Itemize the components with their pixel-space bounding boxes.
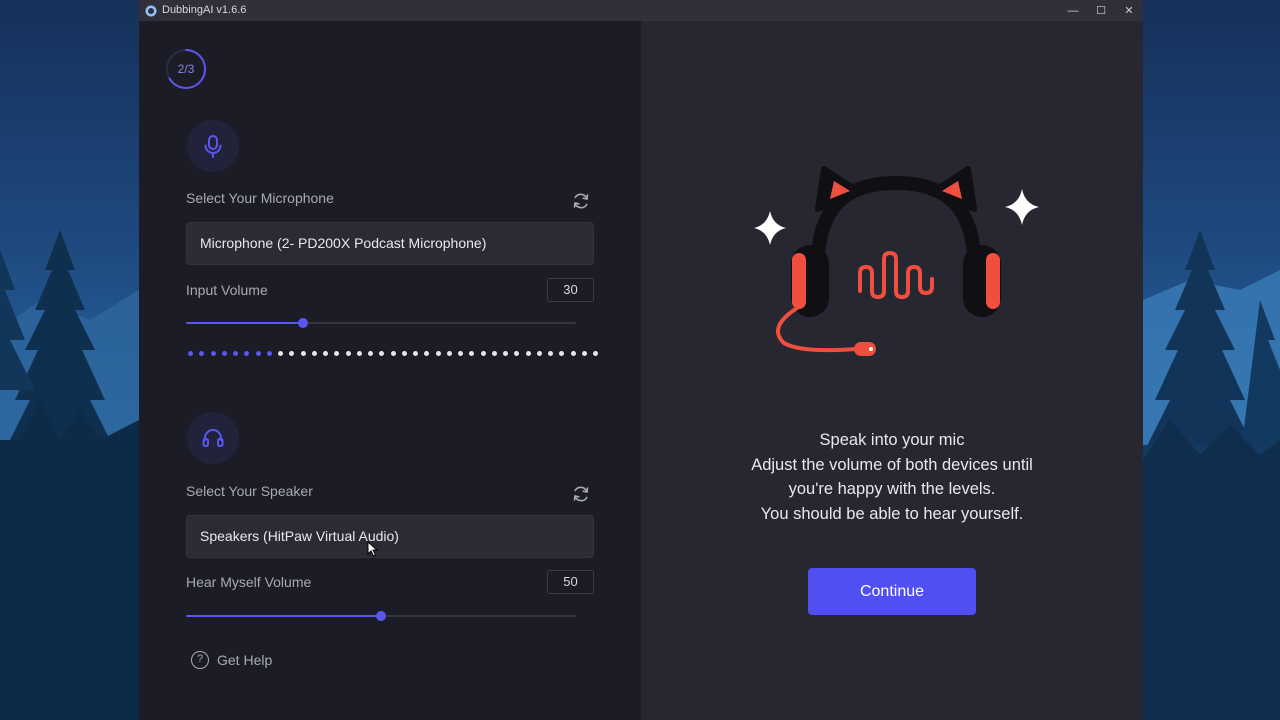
- level-meter-dot: [356, 351, 362, 356]
- sparkle-icon: [754, 211, 786, 245]
- level-meter-dot: [368, 351, 373, 356]
- level-meter-dot: [188, 351, 193, 356]
- headphones-icon: [202, 429, 224, 447]
- slider-fill: [186, 615, 381, 617]
- level-meter-dot: [244, 351, 250, 356]
- level-meter-dot: [390, 351, 396, 356]
- level-meter-dot: [278, 351, 283, 356]
- level-meter-dot: [446, 351, 452, 356]
- level-meter-dot: [379, 351, 385, 356]
- level-meter-dot: [345, 351, 351, 356]
- maximize-button[interactable]: ☐: [1087, 0, 1115, 21]
- window-title: DubbingAI v1.6.6: [162, 4, 247, 16]
- level-meter-dot: [323, 351, 328, 356]
- window-controls: — ☐ ✕: [1059, 0, 1143, 21]
- level-meter-dot: [536, 351, 542, 356]
- slider-fill: [186, 322, 303, 324]
- hear-myself-volume-slider[interactable]: [186, 610, 576, 622]
- speaker-select[interactable]: Speakers (HitPaw Virtual Audio): [186, 515, 594, 558]
- level-meter-dot: [570, 351, 576, 356]
- slider-thumb[interactable]: [298, 318, 308, 328]
- device-settings-panel: 2/3 Select Your Microphone Microphone (2…: [139, 21, 641, 720]
- message-line: You should be able to hear yourself.: [760, 504, 1024, 523]
- get-help-label: Get Help: [217, 652, 273, 668]
- microphone-badge: [187, 120, 239, 172]
- level-meter-dot: [334, 351, 340, 356]
- continue-button[interactable]: Continue: [808, 568, 976, 615]
- level-meter-dot: [221, 351, 227, 356]
- level-meter-dot: [525, 351, 531, 356]
- level-meter-dot: [413, 351, 418, 356]
- level-meter-dot: [210, 351, 216, 356]
- level-meter-dot: [503, 351, 508, 356]
- level-meter-dot: [435, 351, 441, 356]
- refresh-speaker-icon[interactable]: [571, 484, 591, 504]
- title-bar: DubbingAI v1.6.6 — ☐ ✕: [139, 0, 1143, 21]
- level-meter-dot: [233, 351, 238, 356]
- slider-thumb[interactable]: [376, 611, 386, 621]
- level-meter-dot: [581, 351, 587, 356]
- close-button[interactable]: ✕: [1115, 0, 1143, 21]
- get-help-link[interactable]: ? Get Help: [191, 651, 272, 669]
- level-meter-dot: [514, 351, 520, 356]
- step-indicator: 2/3: [177, 62, 195, 76]
- app-window: DubbingAI v1.6.6 — ☐ ✕ 2/3 Select Your M…: [139, 0, 1143, 720]
- speaker-section-label: Select Your Speaker: [186, 483, 313, 499]
- hear-myself-volume-label: Hear Myself Volume: [186, 574, 312, 590]
- microphone-section-label: Select Your Microphone: [186, 190, 334, 206]
- level-meter-dot: [255, 351, 261, 356]
- help-icon: ?: [191, 651, 209, 669]
- input-volume-field[interactable]: 30: [547, 278, 594, 302]
- input-level-meter: [188, 350, 598, 358]
- mouse-cursor-icon: [367, 541, 379, 557]
- level-meter-dot: [559, 351, 565, 356]
- message-line: you're happy with the levels.: [788, 480, 996, 498]
- message-line: Adjust the volume of both devices until: [751, 455, 1033, 474]
- level-meter-dot: [401, 351, 407, 356]
- microphone-icon: [204, 135, 222, 158]
- input-volume-label: Input Volume: [186, 282, 268, 298]
- level-meter-dot: [491, 351, 497, 356]
- headphones-cat-illustration: [754, 166, 1039, 356]
- level-meter-dot: [480, 351, 486, 356]
- level-meter-dot: [593, 351, 598, 356]
- level-meter-dot: [266, 351, 272, 356]
- minimize-button[interactable]: —: [1059, 0, 1087, 21]
- microphone-select[interactable]: Microphone (2- PD200X Podcast Microphone…: [186, 222, 594, 265]
- level-meter-dot: [548, 351, 553, 356]
- level-meter-dot: [469, 351, 475, 356]
- level-meter-dot: [311, 351, 317, 356]
- sparkle-icon: [1005, 189, 1039, 225]
- refresh-microphone-icon[interactable]: [571, 191, 591, 211]
- level-meter-dot: [300, 351, 306, 356]
- level-meter-dot: [458, 351, 463, 356]
- message-line: Speak into your mic: [819, 431, 965, 449]
- hear-myself-volume-field[interactable]: 50: [547, 570, 594, 594]
- level-meter-dot: [199, 351, 205, 356]
- instructions-message: Speak into your mic Adjust the volume of…: [641, 428, 1143, 526]
- input-volume-slider[interactable]: [186, 317, 576, 329]
- speaker-badge: [187, 412, 239, 464]
- app-logo-icon: [145, 5, 157, 16]
- instructions-panel: Speak into your mic Adjust the volume of…: [641, 21, 1143, 720]
- level-meter-dot: [289, 351, 295, 356]
- level-meter-dot: [424, 351, 430, 356]
